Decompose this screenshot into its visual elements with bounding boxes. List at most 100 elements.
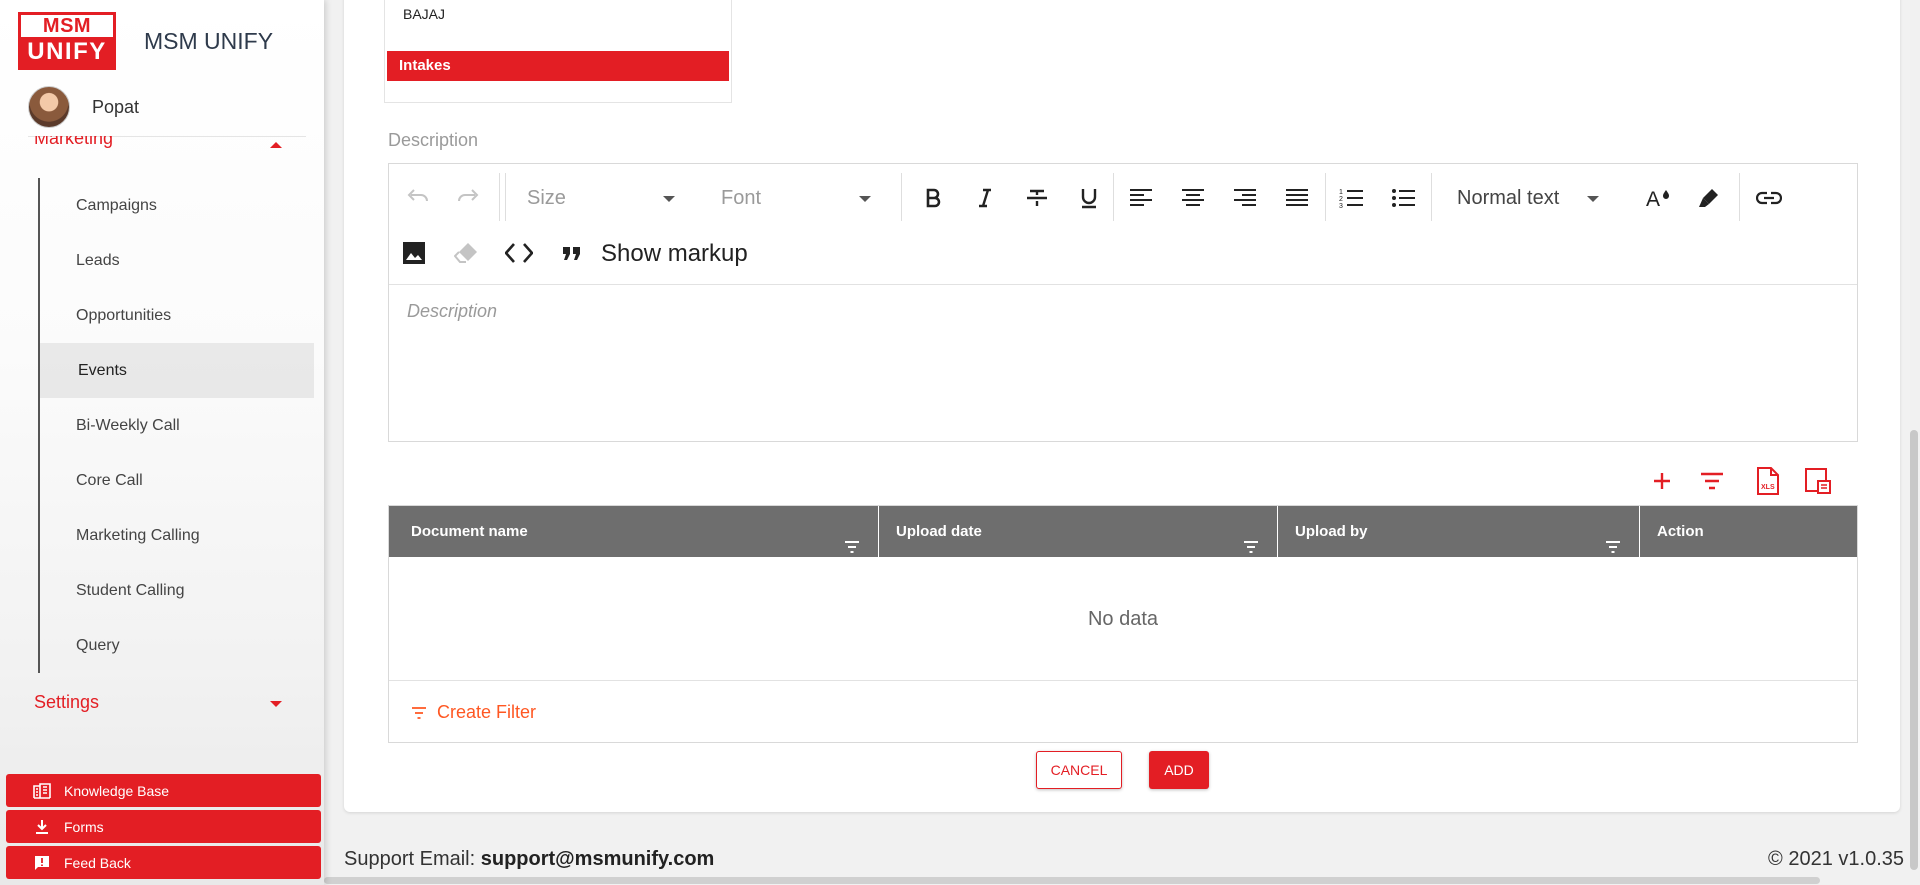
description-label: Description xyxy=(388,130,479,150)
marketing-submenu: Campaigns Leads Opportunities Events Bi-… xyxy=(38,178,314,673)
filter-icon xyxy=(412,706,426,719)
feedback-label: Feed Back xyxy=(64,854,131,871)
menu-marketing[interactable]: Marketing xyxy=(34,136,284,154)
knowledge-base-button[interactable]: Knowledge Base xyxy=(6,774,321,807)
align-right-icon[interactable] xyxy=(1229,182,1261,214)
logo-bottom-text: UNIFY xyxy=(21,37,113,67)
image-icon[interactable] xyxy=(399,238,429,268)
chevron-down-icon xyxy=(859,196,871,202)
redo-icon[interactable] xyxy=(453,182,483,212)
sidebar-item-student-calling[interactable]: Student Calling xyxy=(40,563,314,618)
feedback-icon xyxy=(32,853,52,873)
toolbar-separator xyxy=(1739,173,1740,221)
version-text: © 2021 v1.0.35 xyxy=(1768,848,1904,870)
undo-icon[interactable] xyxy=(403,182,433,212)
support-email: Support Email: support@msmunify.com xyxy=(344,848,714,871)
column-title: Upload by xyxy=(1295,523,1368,540)
toolbar-separator xyxy=(901,173,902,221)
font-color-icon[interactable]: A xyxy=(1643,182,1675,214)
toolbar-separator xyxy=(499,173,500,221)
sidebar-item-bi-weekly-call[interactable]: Bi-Weekly Call xyxy=(40,398,314,453)
toolbar-separator xyxy=(505,173,506,221)
blockquote-icon[interactable] xyxy=(557,238,587,268)
column-title: Action xyxy=(1657,523,1704,540)
sidebar-item-marketing-calling[interactable]: Marketing Calling xyxy=(40,508,314,563)
svg-text:XLS: XLS xyxy=(1761,484,1775,491)
support-email-link[interactable]: support@msmunify.com xyxy=(481,848,715,870)
menu-settings[interactable]: Settings xyxy=(34,692,284,713)
column-header-document-name[interactable]: Document name xyxy=(389,506,879,557)
column-title: Upload date xyxy=(896,523,982,540)
code-icon[interactable] xyxy=(503,238,535,268)
user-profile[interactable]: Popat xyxy=(28,86,306,137)
svg-text:A: A xyxy=(1646,188,1660,209)
font-family-dropdown[interactable]: Font xyxy=(721,182,871,214)
align-center-icon[interactable] xyxy=(1177,182,1209,214)
bullet-list-icon[interactable] xyxy=(1387,182,1419,214)
add-button[interactable]: ADD xyxy=(1149,751,1209,789)
export-excel-icon[interactable]: XLS xyxy=(1753,466,1783,496)
sidebar-item-core-call[interactable]: Core Call xyxy=(40,453,314,508)
ordered-list-icon[interactable]: 123 xyxy=(1335,182,1367,214)
show-markup-button[interactable]: Show markup xyxy=(601,240,748,268)
align-justify-icon[interactable] xyxy=(1281,182,1313,214)
sidebar-item-opportunities[interactable]: Opportunities xyxy=(40,288,314,343)
brand[interactable]: MSM UNIFY MSM UNIFY xyxy=(18,12,273,70)
description-input[interactable]: Description xyxy=(389,285,1857,442)
sidebar-item-query[interactable]: Query xyxy=(40,618,314,673)
italic-icon[interactable] xyxy=(969,182,1001,214)
create-filter-label: Create Filter xyxy=(437,702,537,722)
bold-icon[interactable] xyxy=(917,182,949,214)
svg-text:1: 1 xyxy=(1339,189,1343,196)
building-icon xyxy=(32,781,52,801)
table-header: Document name Upload date Upload by Acti… xyxy=(389,506,1857,557)
listbox-option[interactable]: BAJAJ xyxy=(403,6,445,22)
font-size-label: Size xyxy=(527,186,566,209)
toolbar-separator xyxy=(1325,173,1326,221)
support-prefix: Support Email: xyxy=(344,848,481,870)
block-type-dropdown[interactable]: Normal text xyxy=(1457,182,1599,214)
chevron-down-icon xyxy=(270,701,282,707)
logo-top-text: MSM xyxy=(42,15,92,37)
menu-marketing-label: Marketing xyxy=(34,136,114,148)
column-header-upload-date[interactable]: Upload date xyxy=(879,506,1278,557)
download-icon xyxy=(32,817,52,837)
svg-text:3: 3 xyxy=(1339,203,1343,209)
export-pdf-icon[interactable] xyxy=(1803,466,1833,496)
column-header-upload-by[interactable]: Upload by xyxy=(1278,506,1640,557)
forms-label: Forms xyxy=(64,818,104,835)
column-title: Document name xyxy=(411,523,528,540)
toolbar-separator xyxy=(1431,173,1432,221)
create-filter-button[interactable]: Create Filter xyxy=(411,702,536,723)
eraser-icon[interactable] xyxy=(451,238,481,268)
vertical-scrollbar[interactable] xyxy=(1910,430,1918,870)
font-family-label: Font xyxy=(721,186,762,209)
sidebar-item-leads[interactable]: Leads xyxy=(40,233,314,288)
link-icon[interactable] xyxy=(1753,182,1785,214)
documents-table: Document name Upload date Upload by Acti… xyxy=(388,505,1858,743)
chevron-down-icon xyxy=(663,196,675,202)
listbox-group-header: Intakes xyxy=(387,51,729,81)
add-icon[interactable] xyxy=(1647,466,1677,496)
sidebar-item-campaigns[interactable]: Campaigns xyxy=(40,178,314,233)
toolbar-separator xyxy=(1113,173,1114,221)
font-size-dropdown[interactable]: Size xyxy=(527,182,675,214)
brand-name: MSM UNIFY xyxy=(144,27,274,54)
forms-button[interactable]: Forms xyxy=(6,810,321,843)
filter-icon[interactable] xyxy=(1697,466,1727,496)
underline-icon[interactable] xyxy=(1073,182,1105,214)
chevron-down-icon xyxy=(1587,196,1599,202)
rich-text-editor: Size Font 1 2 3 Normal text A Show marku… xyxy=(388,163,1858,442)
sidebar-item-events[interactable]: Events xyxy=(40,343,314,398)
feedback-button[interactable]: Feed Back xyxy=(6,846,321,879)
strikethrough-icon[interactable] xyxy=(1021,182,1053,214)
svg-text:2: 2 xyxy=(1339,196,1343,203)
intakes-listbox[interactable]: BAJAJ Intakes xyxy=(384,0,732,103)
align-left-icon[interactable] xyxy=(1125,182,1157,214)
highlight-icon[interactable] xyxy=(1693,182,1725,214)
block-type-label: Normal text xyxy=(1457,186,1560,209)
avatar xyxy=(28,86,70,128)
horizontal-scrollbar[interactable] xyxy=(324,877,1820,884)
menu-settings-label: Settings xyxy=(34,692,100,712)
cancel-button[interactable]: CANCEL xyxy=(1036,751,1122,789)
